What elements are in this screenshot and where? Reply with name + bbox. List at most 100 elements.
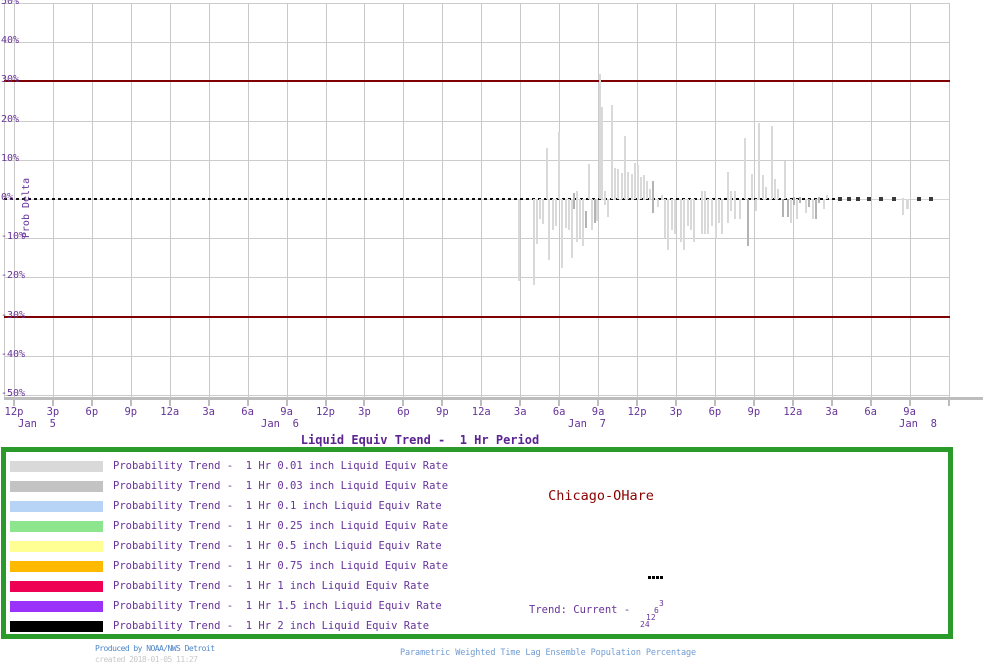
prob-delta-bar xyxy=(721,199,723,235)
x-tick xyxy=(947,400,950,406)
x-time-label: 3p xyxy=(46,406,60,418)
x-time-label: 12a xyxy=(783,406,803,418)
prob-delta-bar xyxy=(643,175,645,199)
prob-delta-bar xyxy=(902,197,904,215)
prob-delta-bar xyxy=(558,132,560,199)
gridline-v xyxy=(208,3,210,398)
prob-delta-bar xyxy=(611,104,613,199)
threshold-line xyxy=(4,80,950,83)
prob-delta-bar xyxy=(751,173,753,199)
prob-delta-bar xyxy=(765,187,767,199)
prob-delta-bar xyxy=(818,197,820,203)
prob-delta-bar xyxy=(755,199,757,211)
trend-dots xyxy=(648,576,663,579)
gridline-h xyxy=(4,42,950,44)
legend-swatch xyxy=(10,461,103,472)
prob-delta-bar xyxy=(687,199,689,227)
legend-label: Probability Trend - 1 Hr 0.25 inch Liqui… xyxy=(113,520,449,532)
x-time-label: 3p xyxy=(358,406,371,418)
y-tick-label: 50% xyxy=(1,0,20,7)
prob-delta-bar xyxy=(555,199,557,227)
prob-delta-bar xyxy=(576,191,578,243)
prob-delta-bar xyxy=(536,199,538,245)
legend-swatch xyxy=(10,541,103,552)
x-time-label: 6a xyxy=(552,406,566,418)
x-time-label: 9p xyxy=(124,406,138,418)
prob-delta-bar xyxy=(805,199,807,213)
prob-delta-bar xyxy=(815,199,817,219)
x-time-label: 3a xyxy=(825,406,839,418)
prob-delta-bar xyxy=(704,191,706,235)
legend-swatch xyxy=(10,481,103,492)
prob-delta-bar xyxy=(664,199,666,239)
gridline-v xyxy=(286,3,288,398)
prob-delta-bar xyxy=(634,163,636,199)
prob-delta-bar xyxy=(856,197,860,201)
prob-delta-bar xyxy=(649,189,651,199)
x-time-label: 3a xyxy=(513,406,527,418)
prob-delta-bar xyxy=(667,199,669,250)
gridline-v xyxy=(675,3,677,398)
y-tick-label: -20% xyxy=(1,270,26,282)
y-tick-label: -40% xyxy=(1,348,26,360)
prob-delta-bar xyxy=(730,191,732,211)
y-axis-title: Prob Delta xyxy=(21,177,32,239)
y-tick-label: 20% xyxy=(1,113,20,125)
prob-delta-bar xyxy=(718,199,720,223)
liquid-equiv-trend-chart: 50% 40% 30% 20% 10% 0% -10% -20% -30% -40% -50% 12… xyxy=(0,0,1000,670)
gridline-v xyxy=(909,3,911,398)
prob-delta-bar xyxy=(542,199,544,225)
gridline-h xyxy=(4,355,950,357)
prob-delta-bar xyxy=(548,199,550,260)
prob-delta-bar xyxy=(787,199,789,218)
gridline-h xyxy=(4,3,950,4)
prob-delta-bar xyxy=(777,189,779,199)
legend-swatch xyxy=(10,521,103,532)
x-time-label: 12p xyxy=(316,406,335,418)
prob-delta-bar xyxy=(917,197,921,201)
prob-delta-bar xyxy=(596,199,598,221)
dot xyxy=(652,576,655,579)
prob-delta-bar xyxy=(582,199,584,247)
prob-delta-bar xyxy=(546,148,548,199)
prob-delta-bar xyxy=(627,171,629,199)
prob-delta-bar xyxy=(892,197,896,201)
y-tick-label: 0% xyxy=(1,192,14,203)
prob-delta-bar xyxy=(652,181,654,213)
prob-delta-bar xyxy=(585,210,587,229)
gridline-v xyxy=(948,3,950,398)
x-axis-line xyxy=(4,397,983,400)
gridline-v xyxy=(364,3,366,398)
prob-delta-bar xyxy=(539,199,541,219)
prob-delta-bar xyxy=(579,199,581,239)
x-time-label: 9p xyxy=(436,406,449,418)
dot xyxy=(656,576,659,579)
legend-label: Probability Trend - 1 Hr 1.5 inch Liquid… xyxy=(113,600,442,612)
prob-delta-bar xyxy=(734,191,736,219)
prob-delta-bar xyxy=(637,165,639,199)
legend-label: Probability Trend - 1 Hr 0.5 inch Liquid… xyxy=(113,540,442,552)
gridline-v xyxy=(325,3,327,398)
prob-delta-bar xyxy=(604,191,606,205)
prob-delta-bar xyxy=(739,199,741,219)
x-time-label: 12p xyxy=(4,406,24,418)
gridline-v xyxy=(52,3,54,398)
y-tick-label: 30% xyxy=(1,74,20,86)
threshold-line xyxy=(4,315,950,318)
trend-current-label: Trend: Current - xyxy=(529,604,631,616)
prob-delta-bar xyxy=(588,163,590,199)
prob-delta-bar xyxy=(715,199,717,239)
prob-delta-bar xyxy=(631,174,633,199)
gridline-h xyxy=(4,120,950,122)
y-tick-label: 10% xyxy=(1,152,20,164)
x-time-label: 12a xyxy=(471,406,491,418)
trend-hour-number: 3 xyxy=(659,599,664,608)
legend-label: Probability Trend - 1 Hr 0.03 inch Liqui… xyxy=(113,480,449,492)
prob-delta-bar xyxy=(617,168,619,199)
x-date-label: Jan 5 xyxy=(18,418,56,430)
gridline-v xyxy=(637,3,639,398)
prob-delta-bar xyxy=(879,197,883,201)
prob-delta-bar xyxy=(727,171,729,223)
prob-delta-bar xyxy=(758,122,760,199)
legend-swatch xyxy=(10,601,103,612)
